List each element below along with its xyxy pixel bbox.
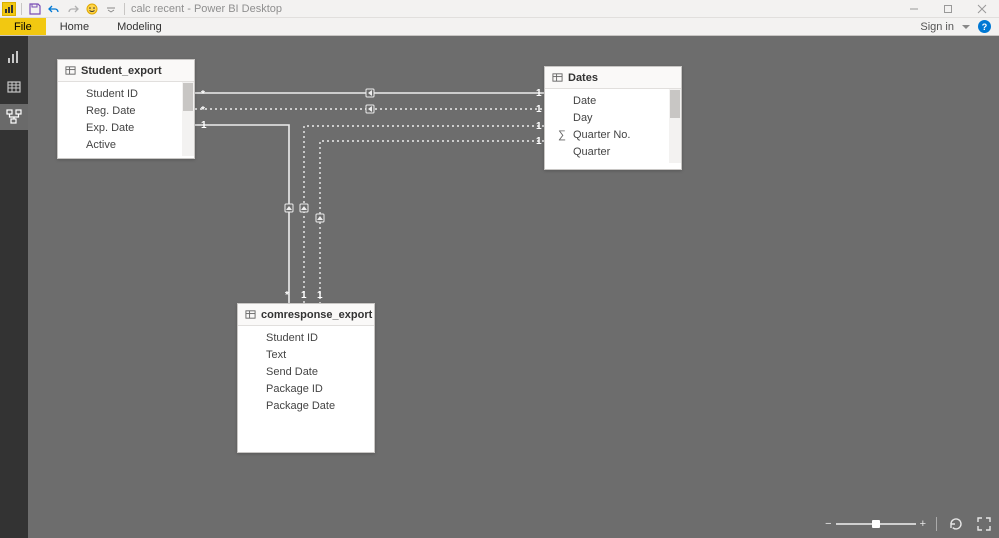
table-icon: [552, 72, 563, 83]
svg-text:1: 1: [201, 120, 207, 131]
field-cr-package-id[interactable]: Package ID: [238, 380, 374, 397]
left-nav: [0, 36, 28, 538]
save-icon[interactable]: [27, 1, 43, 17]
tab-modeling[interactable]: Modeling: [103, 18, 176, 35]
scrollbar[interactable]: [182, 82, 194, 156]
scrollbar[interactable]: [669, 89, 681, 163]
field-date[interactable]: Date: [545, 92, 669, 109]
qat-dropdown-icon[interactable]: [103, 1, 119, 17]
ribbon-tabs: File Home Modeling Sign in ?: [0, 18, 999, 36]
table-dates[interactable]: Dates Date Day ∑Quarter No. Quarter: [544, 66, 682, 170]
status-bar: − +: [825, 514, 993, 534]
workspace: * 1 * 1 1 * 1 1 1 1: [0, 36, 999, 538]
tab-home[interactable]: Home: [46, 18, 103, 35]
table-student-export[interactable]: Student_export Student ID Reg. Date Exp.…: [57, 59, 195, 159]
app-logo-icon: [2, 2, 16, 16]
sigma-icon: ∑: [556, 129, 568, 141]
field-student-id[interactable]: Student ID: [58, 85, 182, 102]
zoom-slider[interactable]: − +: [825, 518, 926, 530]
field-quarter[interactable]: Quarter: [545, 143, 669, 160]
svg-text:1: 1: [536, 121, 542, 132]
data-view-icon[interactable]: [0, 74, 28, 100]
field-active[interactable]: Active: [58, 136, 182, 153]
window-title: calc recent - Power BI Desktop: [131, 3, 282, 15]
redo-icon[interactable]: [65, 1, 81, 17]
zoom-in-icon[interactable]: +: [920, 518, 926, 530]
smiley-icon[interactable]: [84, 1, 100, 17]
field-cr-student-id[interactable]: Student ID: [238, 329, 374, 346]
svg-text:1: 1: [536, 104, 542, 115]
field-quarter-no[interactable]: ∑Quarter No.: [545, 126, 669, 143]
field-reg-date[interactable]: Reg. Date: [58, 102, 182, 119]
svg-text:*: *: [201, 89, 205, 100]
svg-text:1: 1: [301, 290, 307, 301]
table-comresponse-export[interactable]: comresponse_export Student ID Text Send …: [237, 303, 375, 453]
file-tab[interactable]: File: [0, 18, 46, 35]
zoom-out-icon[interactable]: −: [825, 518, 831, 530]
help-icon[interactable]: ?: [978, 20, 991, 33]
field-cr-package-date[interactable]: Package Date: [238, 397, 374, 414]
sign-in-link[interactable]: Sign in: [920, 21, 954, 33]
window-controls: [897, 0, 999, 18]
table-icon: [65, 65, 76, 76]
minimize-button[interactable]: [897, 0, 931, 18]
svg-text:1: 1: [536, 136, 542, 147]
relationship-canvas[interactable]: * 1 * 1 1 * 1 1 1 1: [28, 36, 999, 538]
table-name: Dates: [568, 72, 598, 84]
title-bar: calc recent - Power BI Desktop: [0, 0, 999, 18]
report-view-icon[interactable]: [0, 44, 28, 70]
close-button[interactable]: [965, 0, 999, 18]
field-cr-send-date[interactable]: Send Date: [238, 363, 374, 380]
model-view-icon[interactable]: [0, 104, 28, 130]
svg-text:1: 1: [536, 88, 542, 99]
svg-text:*: *: [201, 105, 205, 116]
field-exp-date[interactable]: Exp. Date: [58, 119, 182, 136]
table-name: Student_export: [81, 65, 162, 77]
fit-to-page-icon[interactable]: [975, 515, 993, 533]
svg-text:1: 1: [317, 290, 323, 301]
table-name: comresponse_export: [261, 309, 372, 321]
maximize-button[interactable]: [931, 0, 965, 18]
quick-access-toolbar: [0, 1, 127, 17]
undo-icon[interactable]: [46, 1, 62, 17]
chevron-down-icon[interactable]: [962, 25, 970, 33]
reset-view-icon[interactable]: [947, 515, 965, 533]
svg-text:*: *: [285, 290, 289, 301]
field-cr-text[interactable]: Text: [238, 346, 374, 363]
field-day[interactable]: Day: [545, 109, 669, 126]
table-icon: [245, 309, 256, 320]
